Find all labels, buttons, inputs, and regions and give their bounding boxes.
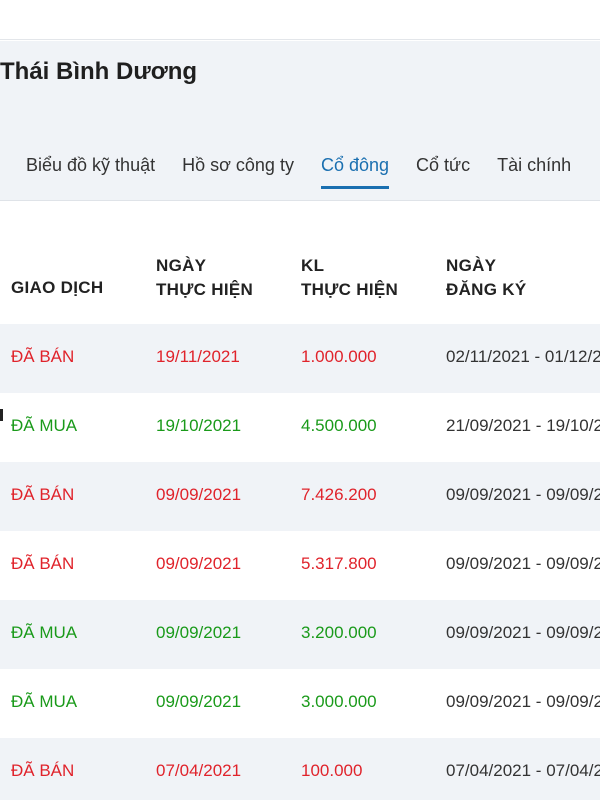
tab-bar: Biểu đồ kỹ thuật Hồ sơ công ty Cổ đông C… — [26, 155, 598, 189]
transaction-type: ĐÃ MUA — [11, 692, 78, 711]
header-registration-date: NGÀY ĐĂNG KÝ — [446, 256, 527, 299]
tab-company-profile[interactable]: Hồ sơ công ty — [182, 155, 294, 189]
execution-date: 09/09/2021 — [156, 692, 242, 711]
transaction-type: ĐÃ MUA — [11, 416, 78, 435]
header-transaction: GIAO DỊCH — [11, 278, 104, 297]
table-row[interactable]: ĐÃ MUA 09/09/2021 3.000.000 09/09/2021 - 09… — [0, 669, 600, 738]
tab-dividends[interactable]: Cổ tức — [416, 155, 470, 189]
transaction-type: ĐÃ MUA — [11, 623, 78, 642]
table-row[interactable]: ĐÃ BÁN 07/04/2021 100.000 07/04/2021 - 07/0… — [0, 738, 600, 800]
execution-date: 19/10/2021 — [156, 416, 242, 435]
execution-volume: 1.000.000 — [301, 347, 377, 366]
registration-period: 21/09/2021 - 19/10/2021 — [446, 416, 600, 435]
tab-financials[interactable]: Tài chính — [497, 155, 571, 189]
top-bar — [0, 0, 600, 40]
registration-period: 09/09/2021 - 09/09/2021 — [446, 485, 600, 504]
tab-technical-chart[interactable]: Biểu đồ kỹ thuật — [26, 155, 155, 189]
edge-marker — [0, 409, 3, 421]
execution-volume: 4.500.000 — [301, 416, 377, 435]
transactions-table: GIAO DỊCH NGÀY THỰC HIỆN KL THỰC HIỆN NG… — [0, 202, 600, 800]
transaction-type: ĐÃ BÁN — [11, 485, 75, 504]
execution-date: 09/09/2021 — [156, 623, 242, 642]
registration-period: 07/04/2021 - 07/04/2021 — [446, 761, 600, 780]
transaction-type: ĐÃ BÁN — [11, 554, 75, 573]
execution-volume: 100.000 — [301, 761, 363, 780]
table-row[interactable]: ĐÃ MUA 09/09/2021 3.200.000 09/09/2021 - 09… — [0, 600, 600, 669]
company-header: Thái Bình Dương Biểu đồ kỹ thuật Hồ sơ c… — [0, 41, 600, 201]
execution-volume: 3.200.000 — [301, 623, 377, 642]
table-row[interactable]: ĐÃ BÁN 19/11/2021 1.000.000 02/11/2021 - 01… — [0, 324, 600, 393]
registration-period: 09/09/2021 - 09/09/2021 — [446, 623, 600, 642]
table-row[interactable]: ĐÃ BÁN 09/09/2021 5.317.800 09/09/2021 - 09… — [0, 531, 600, 600]
execution-volume: 5.317.800 — [301, 554, 377, 573]
registration-period: 09/09/2021 - 09/09/2021 — [446, 554, 600, 573]
table-row[interactable]: ĐÃ MUA 19/10/2021 4.500.000 21/09/2021 - 19… — [0, 393, 600, 462]
registration-period: 02/11/2021 - 01/12/2021 — [446, 347, 600, 366]
header-execution-volume: KL THỰC HIỆN — [301, 256, 399, 299]
table-row[interactable]: ĐÃ BÁN 09/09/2021 7.426.200 09/09/2021 - 09… — [0, 462, 600, 531]
execution-date: 07/04/2021 — [156, 761, 242, 780]
execution-date: 09/09/2021 — [156, 485, 242, 504]
execution-volume: 7.426.200 — [301, 485, 377, 504]
transaction-type: ĐÃ BÁN — [11, 347, 75, 366]
execution-date: 19/11/2021 — [156, 347, 240, 366]
registration-period: 09/09/2021 - 09/09/2021 — [446, 692, 600, 711]
tab-shareholders[interactable]: Cổ đông — [320, 155, 390, 189]
transaction-type: ĐÃ BÁN — [11, 761, 75, 780]
header-execution-date: NGÀY THỰC HIỆN — [156, 256, 254, 299]
execution-date: 09/09/2021 — [156, 554, 242, 573]
table-header: GIAO DỊCH NGÀY THỰC HIỆN KL THỰC HIỆN NG… — [0, 254, 600, 324]
page-title: Thái Bình Dương — [0, 58, 198, 85]
execution-volume: 3.000.000 — [301, 692, 377, 711]
